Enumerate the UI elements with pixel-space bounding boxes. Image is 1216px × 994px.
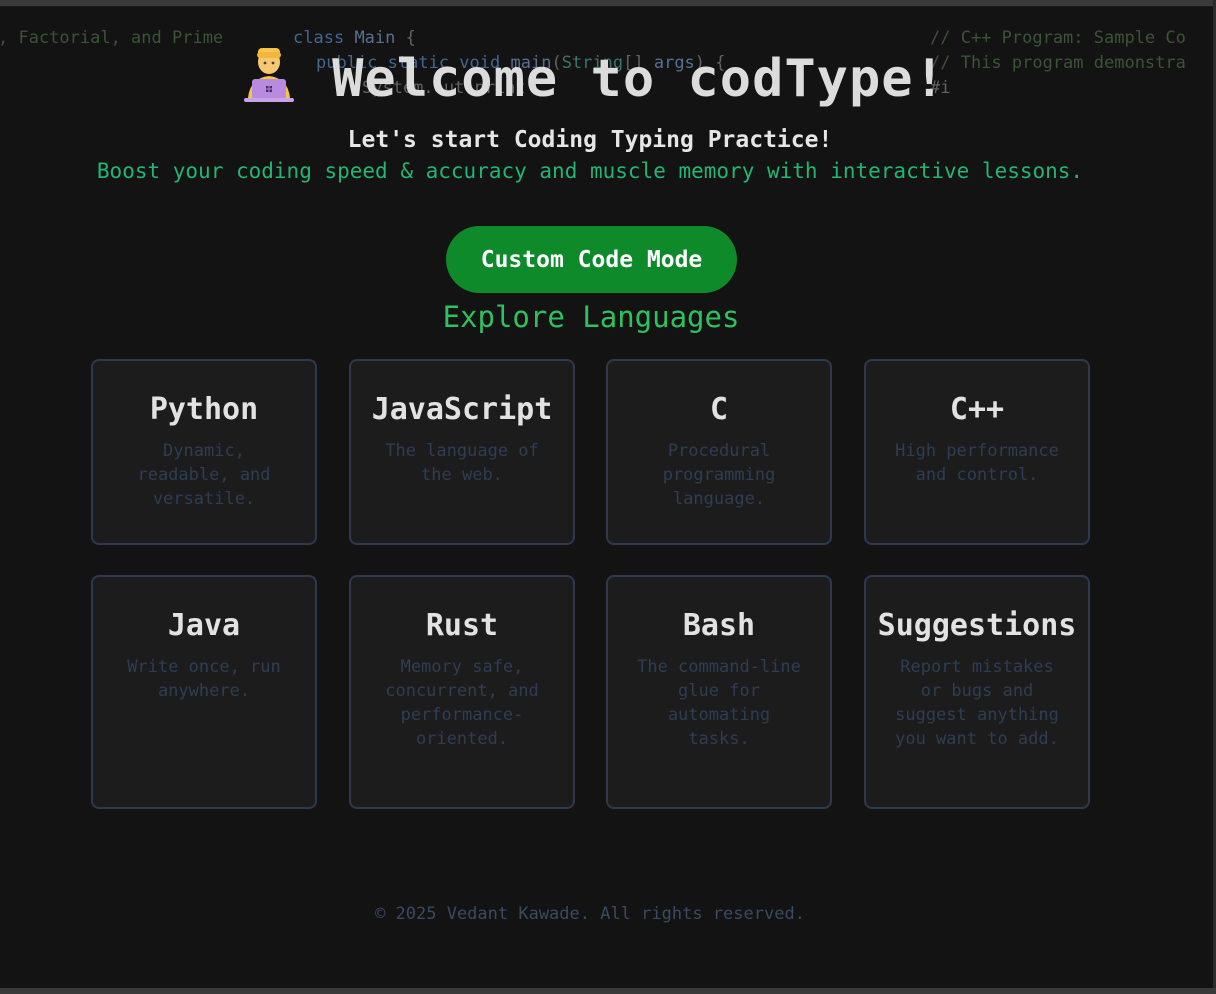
language-card-rust[interactable]: Rust Memory safe, concurrent, and perfor… [349,575,575,809]
language-card-python[interactable]: Python Dynamic, readable, and versatile. [91,359,317,545]
language-card-description: Dynamic, readable, and versatile. [137,441,271,509]
language-card-description: The command-line glue for automating tas… [637,657,801,749]
language-card-title: Bash [682,608,756,643]
language-card-description: Procedural programming language. [662,441,776,509]
footer-copyright: © 2025 Vedant Kawade. All rights reserve… [375,904,805,924]
language-card-cpp[interactable]: C++ High performance and control. [864,359,1090,545]
language-card-description: Memory safe, concurrent, and performance… [385,657,539,749]
language-card-title: Java [167,608,241,643]
window-bottom-border [0,988,1216,994]
hero-title-text: Welcome to codType! [332,49,946,109]
background-code-fragment-left: , Factorial, and Prime [0,28,224,48]
language-card-description: Write once, run anywhere. [127,657,281,701]
language-card-title: Suggestions [877,608,1077,643]
technologist-emoji-icon [244,48,298,102]
language-card-description: The language of the web. [385,441,539,485]
language-card-title: JavaScript [371,392,553,427]
language-card-c[interactable]: C Procedural programming language. [606,359,832,545]
explore-languages-heading: Explore Languages [442,300,740,334]
window-top-border [0,0,1216,7]
language-card-bash[interactable]: Bash The command-line glue for automatin… [606,575,832,809]
language-card-title: Rust [425,608,499,643]
background-code-java-line-1: class Main { [293,28,416,48]
language-card-title: C [709,392,729,427]
hero-subtitle: Let's start Coding Typing Practice! [347,127,833,153]
language-card-java[interactable]: Java Write once, run anywhere. [91,575,317,809]
language-card-title: C++ [949,392,1005,427]
language-card-title: Python [149,392,259,427]
hero-title: Welcome to codType! [0,48,1190,109]
background-code-cpp-line-1: // C++ Program: Sample Co [930,28,1186,48]
language-card-description: Report mistakes or bugs and suggest anyt… [895,657,1059,749]
language-card-description: High performance and control. [895,441,1059,485]
custom-code-mode-button[interactable]: Custom Code Mode [446,226,737,293]
language-card-javascript[interactable]: JavaScript The language of the web. [349,359,575,545]
hero-tagline: Boost your coding speed & accuracy and m… [96,159,1084,183]
suggestions-card[interactable]: Suggestions Report mistakes or bugs and … [864,575,1090,809]
